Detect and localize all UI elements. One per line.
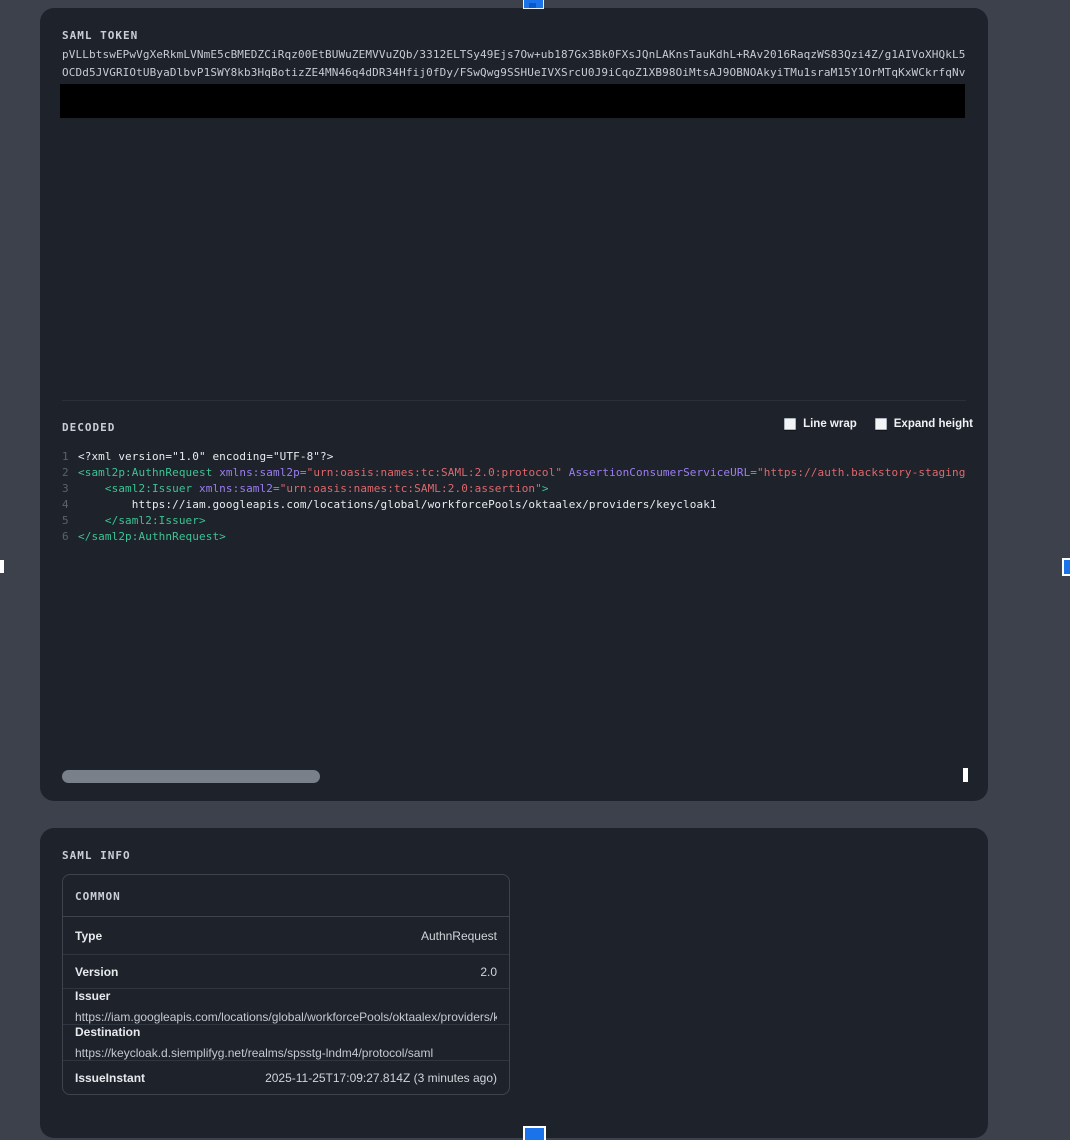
text-cursor: [963, 768, 968, 782]
info-row-version: Version 2.0: [63, 955, 509, 989]
saml-token-textarea[interactable]: pVLLbtswEPwVgXeRkmLVNmE5cBMEDZCiRqz00EtB…: [62, 46, 968, 82]
line-number: 1: [62, 449, 72, 465]
info-value: AuthnRequest: [421, 929, 497, 943]
saml-info-panel: SAML INFO COMMON Type AuthnRequest Version…: [40, 828, 988, 1138]
token-selection-highlight: [60, 84, 965, 118]
checkbox-label[interactable]: Line wrap: [803, 418, 857, 430]
code-content: </saml2p:AuthnRequest>: [78, 529, 226, 545]
saml-token-title: SAML TOKEN: [62, 29, 138, 42]
checkbox-line-wrap[interactable]: Line wrap: [784, 418, 857, 430]
info-label: IssueInstant: [75, 1071, 145, 1085]
saml-token-panel: SAML TOKEN pVLLbtswEPwVgXeRkmLVNmE5cBMED…: [40, 8, 988, 801]
token-line: OCDd5JVGRIOtUByaDlbvP1SWY8kb3HqBotizZE4M…: [62, 64, 968, 82]
line-number: 4: [62, 497, 72, 513]
common-card-rows: Type AuthnRequest Version 2.0 Issuer https://…: [63, 917, 509, 1094]
code-content: https://iam.googleapis.com/locations/glo…: [78, 497, 717, 513]
horizontal-scrollbar-thumb[interactable]: [62, 770, 320, 783]
info-row-issueinstant: IssueInstant 2025-11-25T17:09:27.814Z (3 …: [63, 1061, 509, 1094]
code-content: <saml2p:AuthnRequest xmlns:saml2p="urn:o…: [78, 465, 965, 481]
info-value: 2.0: [480, 965, 497, 979]
common-info-card: COMMON Type AuthnRequest Version 2.0 Issuer h…: [62, 874, 510, 1095]
info-value: https://keycloak.d.siemplifyg.net/realms…: [75, 1046, 497, 1060]
line-number: 3: [62, 481, 72, 497]
decoded-title: DECODED: [62, 421, 115, 434]
resize-handle-left-icon[interactable]: [0, 560, 4, 573]
code-line: 6 </saml2p:AuthnRequest>: [62, 529, 986, 545]
resize-handle-top-icon[interactable]: [523, 0, 544, 9]
decoded-code-viewer[interactable]: 1<?xml version="1.0" encoding="UTF-8"?>2…: [62, 449, 986, 779]
token-section-divider: [62, 400, 966, 401]
token-line: pVLLbtswEPwVgXeRkmLVNmE5cBMEDZCiRqz00EtB…: [62, 46, 968, 64]
info-value: https://iam.googleapis.com/locations/glo…: [75, 1010, 497, 1024]
resize-handle-right-icon[interactable]: [1062, 558, 1070, 576]
code-line: 3 <saml2:Issuer xmlns:saml2="urn:oasis:n…: [62, 481, 986, 497]
code-line: 2 <saml2p:AuthnRequest xmlns:saml2p="urn:…: [62, 465, 986, 481]
info-label: Issuer: [75, 989, 497, 1003]
checkbox-icon[interactable]: [784, 418, 796, 430]
line-number: 6: [62, 529, 72, 545]
saml-info-title: SAML INFO: [62, 849, 131, 862]
checkbox-icon[interactable]: [875, 418, 887, 430]
common-card-title: COMMON: [63, 875, 509, 917]
code-line: 5 </saml2:Issuer>: [62, 513, 986, 529]
info-row-type: Type AuthnRequest: [63, 917, 509, 955]
info-value: 2025-11-25T17:09:27.814Z (3 minutes ago): [265, 1071, 497, 1085]
decoded-options: Line wrap Expand height: [784, 418, 973, 430]
code-content: <?xml version="1.0" encoding="UTF-8"?>: [78, 449, 333, 465]
info-row-destination: Destination https://keycloak.d.siemplifyg…: [63, 1025, 509, 1061]
info-row-issuer: Issuer https://iam.googleapis.com/locatio…: [63, 989, 509, 1025]
info-label: Version: [75, 965, 118, 979]
code-line: 1 <?xml version="1.0" encoding="UTF-8"?>: [62, 449, 986, 465]
line-number: 5: [62, 513, 72, 529]
checkbox-expand-height[interactable]: Expand height: [875, 418, 973, 430]
checkbox-label[interactable]: Expand height: [894, 418, 973, 430]
code-content: </saml2:Issuer>: [78, 513, 206, 529]
info-label: Destination: [75, 1025, 497, 1039]
info-label: Type: [75, 929, 102, 943]
line-number: 2: [62, 465, 72, 481]
code-line: 4 https://iam.googleapis.com/locations/g…: [62, 497, 986, 513]
code-content: <saml2:Issuer xmlns:saml2="urn:oasis:nam…: [78, 481, 549, 497]
